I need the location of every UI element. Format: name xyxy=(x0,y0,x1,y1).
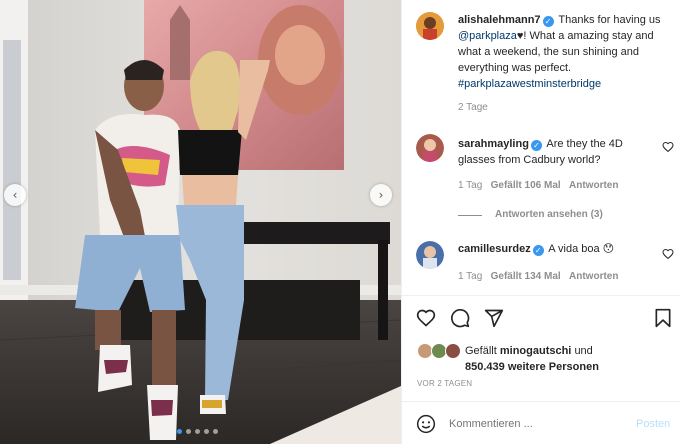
caption-text: Thanks for having us xyxy=(558,14,661,26)
comment-username[interactable]: sarahmayling xyxy=(458,138,529,150)
comment-meta: 1 Tag Gefällt 134 Mal Antworten xyxy=(458,271,618,282)
comment-icon[interactable] xyxy=(450,308,470,328)
chevron-left-icon: ‹ xyxy=(12,188,18,202)
author-username[interactable]: alishalehmann7 xyxy=(458,14,541,26)
replies-divider-line xyxy=(458,215,482,216)
author-avatar-image xyxy=(416,12,444,40)
post-comment-button[interactable]: Posten xyxy=(636,418,670,430)
carousel-dot xyxy=(204,429,209,434)
comment-heart-icon[interactable] xyxy=(662,248,674,260)
post-photo[interactable]: ‹ › xyxy=(0,0,401,444)
post-sidebar: alishalehmann7 ✓ Thanks for having us @pa… xyxy=(401,0,680,444)
comment-username[interactable]: camillesurdez xyxy=(458,243,531,255)
comment-box-divider xyxy=(402,401,680,402)
view-replies-button[interactable]: Antworten ansehen (3) xyxy=(495,209,603,220)
comment: camillesurdez ✓ A vida boa 😯 xyxy=(458,241,658,257)
likes-summary: Gefällt minogautschi und 850.439 weitere… xyxy=(465,343,665,375)
carousel-dot xyxy=(186,429,191,434)
comment-like-count[interactable]: Gefällt 134 Mal xyxy=(491,271,561,282)
likes-others-link[interactable]: 850.439 weitere Personen xyxy=(465,361,599,373)
share-icon[interactable] xyxy=(484,308,504,328)
likes-user-link[interactable]: minogautschi xyxy=(500,345,572,357)
commenter-avatar[interactable] xyxy=(416,241,444,269)
caption-text-line-3: what a weekend, the sun shining and xyxy=(458,46,640,58)
caption-mention-link[interactable]: @parkplaza xyxy=(458,30,517,42)
post-caption: alishalehmann7 ✓ Thanks for having us @pa… xyxy=(458,12,674,92)
carousel-dot xyxy=(195,429,200,434)
comment-meta: 1 Tag Gefällt 106 Mal Antworten xyxy=(458,180,618,191)
actions-divider xyxy=(402,295,680,296)
likes-prefix: Gefällt xyxy=(465,345,497,357)
verified-badge-icon: ✓ xyxy=(532,245,544,256)
liker-avatars[interactable] xyxy=(417,343,461,359)
commenter-avatar[interactable] xyxy=(416,134,444,162)
commenter-avatar-image xyxy=(416,134,444,162)
caption-age: 2 Tage xyxy=(458,102,488,113)
comment-age: 1 Tag xyxy=(458,180,483,191)
commenter-avatar-image xyxy=(416,241,444,269)
likes-suffix: und xyxy=(574,345,593,357)
verified-badge-icon: ✓ xyxy=(530,140,542,151)
author-avatar[interactable] xyxy=(416,12,444,40)
comment-reply-button[interactable]: Antworten xyxy=(569,271,618,282)
chevron-right-icon: › xyxy=(378,188,384,202)
carousel-next-button[interactable]: › xyxy=(370,184,392,206)
caption-hashtag-link[interactable]: #parkplazawestminsterbridge xyxy=(458,78,601,90)
liker-avatars-image xyxy=(417,343,461,359)
comment-input[interactable] xyxy=(449,416,619,432)
comment-emoji: 😯 xyxy=(602,242,615,255)
comment-reply-button[interactable]: Antworten xyxy=(569,180,618,191)
carousel-prev-button[interactable]: ‹ xyxy=(4,184,26,206)
carousel-indicator xyxy=(177,429,218,434)
post-photo-illustration xyxy=(0,0,401,444)
instagram-post-view: ‹ › alishalehmann7 ✓ Thanks for having us… xyxy=(0,0,680,444)
caption-text-line-4: everything was perfect. xyxy=(458,62,572,74)
comment-like-count[interactable]: Gefällt 106 Mal xyxy=(491,180,561,191)
carousel-dot xyxy=(177,429,182,434)
comment-text: Are they the 4D xyxy=(546,138,623,150)
heart-icon[interactable] xyxy=(416,308,436,328)
comment-age: 1 Tag xyxy=(458,271,483,282)
comment-heart-icon[interactable] xyxy=(662,141,674,153)
post-timestamp[interactable]: VOR 2 TAGEN xyxy=(417,379,472,388)
carousel-dot xyxy=(213,429,218,434)
comment-text-line-2: glasses from Cadbury world? xyxy=(458,154,601,166)
comment: sarahmayling ✓ Are they the 4D glasses fr… xyxy=(458,136,658,168)
emoji-icon[interactable] xyxy=(416,414,436,434)
verified-badge-icon: ✓ xyxy=(542,16,554,27)
caption-text-continued: ! What a amazing stay and xyxy=(523,30,654,42)
bookmark-icon[interactable] xyxy=(653,308,673,328)
comment-text: A vida boa xyxy=(548,243,600,255)
